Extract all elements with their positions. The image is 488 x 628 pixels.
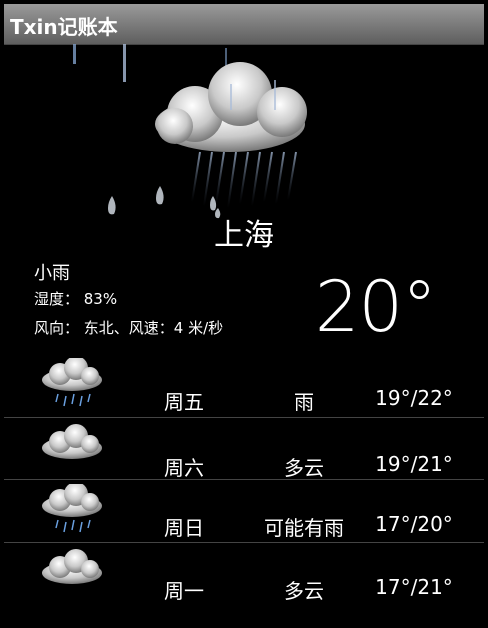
forecast-range: 17°/20° <box>375 512 453 536</box>
forecast-desc: 可能有雨 <box>264 516 344 540</box>
current-condition: 小雨 <box>34 263 70 284</box>
forecast-desc: 多云 <box>284 579 324 603</box>
forecast-desc: 雨 <box>294 390 314 414</box>
rain-cloud-icon <box>42 484 102 533</box>
forecast-day: 周日 <box>164 516 204 540</box>
forecast-day: 周一 <box>164 579 204 603</box>
forecast-range: 19°/22° <box>375 386 453 410</box>
app-title: Txin记账本 <box>10 15 118 39</box>
forecast-range: 17°/21° <box>375 575 453 599</box>
forecast-desc: 多云 <box>284 456 324 480</box>
title-bar: Txin记账本 <box>4 4 484 45</box>
current-temperature: 20° <box>314 266 437 348</box>
forecast-range: 19°/21° <box>375 452 453 476</box>
row-divider <box>4 542 484 543</box>
wind-text: 风向： 东北、风速：4 米/秒 <box>34 319 224 337</box>
forecast-row[interactable]: 周五 雨 19°/22° <box>4 356 484 418</box>
row-divider <box>4 479 484 480</box>
forecast-row[interactable]: 周日 可能有雨 17°/20° <box>4 482 484 544</box>
cloud-icon <box>42 549 102 584</box>
forecast-day: 周六 <box>164 456 204 480</box>
forecast-row[interactable]: 周六 多云 19°/21° <box>4 420 484 482</box>
rain-cloud-icon <box>73 44 307 219</box>
forecast-row[interactable]: 周一 多云 17°/21° <box>4 545 484 607</box>
rain-cloud-icon <box>42 358 102 407</box>
cloud-icon <box>42 424 102 459</box>
city-name: 上海 <box>214 218 274 253</box>
row-divider <box>4 417 484 418</box>
humidity-text: 湿度： 83% <box>34 290 118 308</box>
forecast-day: 周五 <box>164 390 204 414</box>
